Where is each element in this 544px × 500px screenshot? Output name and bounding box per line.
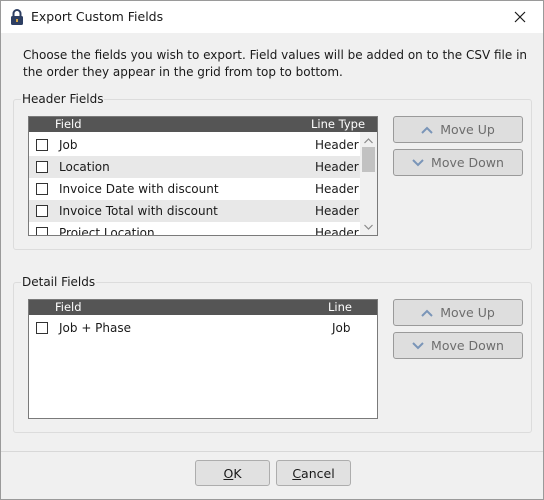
chevron-up-icon: [421, 126, 433, 134]
cell-field: Invoice Total with discount: [59, 204, 218, 218]
lock-icon: [10, 8, 24, 26]
title-bar: Export Custom Fields: [1, 1, 543, 33]
table-row[interactable]: Job + Phase Job: [29, 317, 377, 339]
detail-move-up-button[interactable]: Move Up: [393, 299, 523, 326]
move-up-label: Move Up: [440, 305, 495, 320]
cell-line-type: Job: [332, 321, 351, 335]
ok-button[interactable]: OK: [195, 460, 270, 486]
footer-divider: [1, 451, 543, 452]
close-button[interactable]: [497, 1, 543, 33]
export-custom-fields-dialog: Export Custom Fields Choose the fields y…: [0, 0, 544, 500]
scroll-up-arrow-icon[interactable]: [363, 135, 374, 146]
cancel-mnemonic: C: [292, 465, 302, 481]
table-row[interactable]: Project Location Header: [29, 222, 360, 236]
row-checkbox[interactable]: [36, 161, 48, 173]
move-up-label: Move Up: [440, 122, 495, 137]
column-header-field[interactable]: Field: [55, 300, 82, 315]
table-row[interactable]: Location Header: [29, 156, 360, 178]
header-fields-grid[interactable]: Field Line Type Job Header Location Head…: [28, 116, 378, 236]
chevron-down-icon: [412, 341, 424, 349]
cell-line-type: Header: [315, 138, 359, 152]
ok-label-rest: K: [233, 465, 242, 481]
instructions-text: Choose the fields you wish to export. Fi…: [23, 48, 528, 79]
chevron-up-icon: [421, 309, 433, 317]
row-checkbox[interactable]: [36, 322, 48, 334]
row-checkbox[interactable]: [36, 183, 48, 195]
move-down-label: Move Down: [431, 338, 504, 353]
header-fields-label: Header Fields: [21, 92, 105, 106]
vertical-scrollbar[interactable]: [360, 132, 377, 235]
cell-line-type: Header: [315, 160, 359, 174]
row-checkbox[interactable]: [36, 139, 48, 151]
row-checkbox[interactable]: [36, 205, 48, 217]
grid-header: Field Line Type: [29, 117, 377, 132]
detail-fields-grid[interactable]: Field Line Type Job + Phase Job: [28, 299, 378, 419]
cell-line-type: Header: [315, 182, 359, 196]
cell-field: Invoice Date with discount: [59, 182, 219, 196]
cell-field: Project Location: [59, 226, 155, 236]
header-move-down-button[interactable]: Move Down: [393, 149, 523, 176]
cell-field: Location: [59, 160, 110, 174]
scroll-down-arrow-icon[interactable]: [363, 221, 374, 232]
scrollbar-thumb[interactable]: [362, 147, 375, 172]
header-move-up-button[interactable]: Move Up: [393, 116, 523, 143]
column-header-line-type[interactable]: Line Type: [311, 117, 365, 132]
move-down-label: Move Down: [431, 155, 504, 170]
chevron-down-icon: [412, 158, 424, 166]
table-row[interactable]: Invoice Total with discount Header: [29, 200, 360, 222]
window-title: Export Custom Fields: [31, 9, 164, 24]
cancel-button[interactable]: Cancel: [276, 460, 351, 486]
ok-mnemonic: O: [223, 465, 234, 481]
cell-line-type: Header: [315, 204, 359, 218]
column-header-field[interactable]: Field: [55, 117, 82, 132]
cancel-label-rest: ancel: [301, 465, 335, 481]
close-icon: [514, 11, 526, 23]
row-checkbox[interactable]: [36, 227, 48, 235]
cell-field: Job + Phase: [59, 321, 132, 335]
cell-line-type: Header: [315, 226, 359, 236]
grid-header: Field Line Type: [29, 300, 377, 329]
table-row[interactable]: Job Header: [29, 134, 360, 156]
detail-fields-label: Detail Fields: [21, 275, 97, 289]
table-row[interactable]: Invoice Date with discount Header: [29, 178, 360, 200]
cell-field: Job: [59, 138, 78, 152]
detail-move-down-button[interactable]: Move Down: [393, 332, 523, 359]
